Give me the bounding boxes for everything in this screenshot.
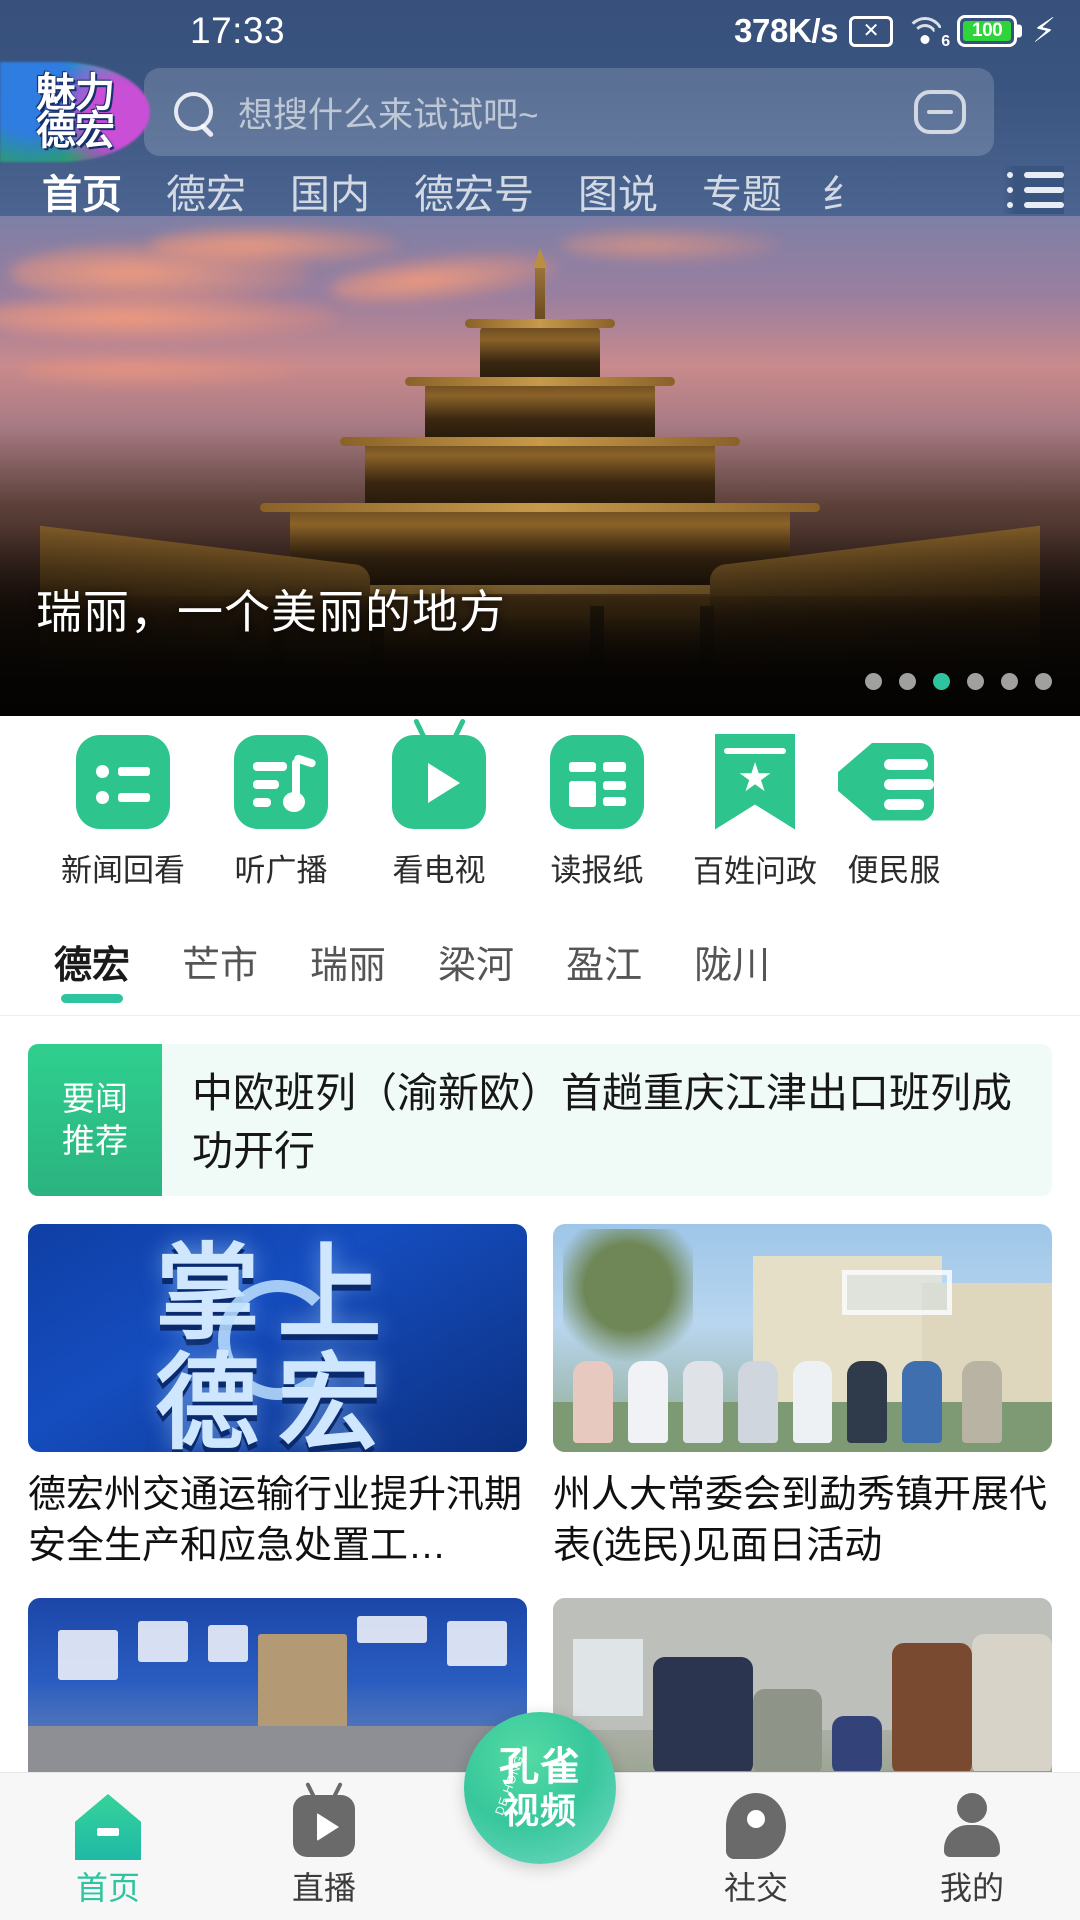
- newspaper-icon: [550, 734, 644, 829]
- carousel-dot[interactable]: [1035, 673, 1052, 690]
- helping-hand-icon: [838, 735, 936, 829]
- featured-news-title: 中欧班列（渝新欧）首趟重庆江津出口班列成功开行: [192, 1070, 1012, 1175]
- quick-action-news-replay[interactable]: 新闻回看: [44, 734, 202, 890]
- quick-action-radio[interactable]: 听广播: [202, 734, 360, 890]
- school-yard-photo-art: [553, 1224, 1052, 1452]
- carousel-dot-active[interactable]: [933, 673, 950, 690]
- home-icon: [0, 1791, 216, 1861]
- sim-card-disabled-icon: ✕: [849, 15, 894, 47]
- news-thumbnail: [553, 1224, 1052, 1452]
- quick-action-label: 读报纸: [550, 852, 644, 888]
- search-input[interactable]: 想搜什么来试试吧~: [238, 87, 914, 138]
- quick-actions-row: 新闻回看 听广播 看电视 读报纸 ★ 百姓问政 便民服: [0, 716, 1080, 908]
- nav-tab-partial[interactable]: 纟: [822, 162, 868, 216]
- logo-text-line2: 德宏: [36, 109, 115, 153]
- wifi-generation-label: 6: [941, 33, 951, 50]
- city-tab-ruili[interactable]: 瑞丽: [284, 934, 412, 989]
- charging-bolt-icon: ⚡: [1032, 12, 1056, 50]
- app-root: 17:33 378K/s ✕ 6 100 ⚡ 魅力 德宏 想搜什么来试试吧~ 首…: [0, 0, 1080, 1920]
- app-logo[interactable]: 魅力 德宏: [0, 62, 150, 162]
- quick-action-newspaper[interactable]: 读报纸: [518, 734, 676, 890]
- search-bar[interactable]: 想搜什么来试试吧~: [144, 68, 994, 156]
- status-bar-clock: 17:33: [190, 10, 286, 51]
- hero-caption: 瑞丽，一个美丽的地方: [36, 586, 506, 638]
- quick-action-public-inquiry[interactable]: ★ 百姓问政: [676, 733, 834, 891]
- tv-play-icon: [392, 717, 486, 829]
- city-tabs: 德宏 芒市 瑞丽 梁河 盈江 陇川: [0, 908, 1080, 1016]
- nav-tab-topics[interactable]: 专题: [680, 162, 804, 216]
- quick-action-tv[interactable]: 看电视: [360, 717, 518, 890]
- bottom-nav-label: 首页: [75, 1870, 140, 1906]
- nav-tab-dehong[interactable]: 德宏: [144, 162, 268, 216]
- nav-tab-dehong-hao[interactable]: 德宏号: [392, 162, 556, 216]
- carousel-dot[interactable]: [865, 673, 882, 690]
- bookmark-star-icon: ★: [715, 733, 795, 830]
- city-tab-yingjiang[interactable]: 盈江: [540, 934, 668, 989]
- city-tab-dehong[interactable]: 德宏: [28, 934, 156, 989]
- status-bar: 17:33 378K/s ✕ 6 100 ⚡: [0, 0, 1080, 62]
- bottom-nav-label: 社交: [723, 1870, 788, 1906]
- thumb-text-line2: 德宏: [155, 1346, 400, 1452]
- bottom-nav-profile[interactable]: 我的: [864, 1791, 1080, 1909]
- logo-text-line1: 魅力: [36, 70, 115, 115]
- cloud-decoration: [150, 226, 400, 264]
- bottom-nav-label: 直播: [291, 1870, 356, 1906]
- news-replay-icon: [76, 734, 170, 829]
- news-card[interactable]: 掌上 德宏 德宏州交通运输行业提升汛期安全生产和应急处置工…: [28, 1224, 527, 1572]
- featured-news-card[interactable]: 要闻 推荐 中欧班列（渝新欧）首趟重庆江津出口班列成功开行: [28, 1044, 1052, 1196]
- quick-action-label: 听广播: [234, 852, 328, 888]
- news-thumbnail: 掌上 德宏: [28, 1224, 527, 1452]
- news-card-title: 州人大常委会到勐秀镇开展代表(选民)见面日活动: [553, 1474, 1048, 1567]
- carousel-dot[interactable]: [899, 673, 916, 690]
- scan-code-icon[interactable]: [914, 90, 966, 134]
- battery-level-label: 100: [963, 20, 1012, 41]
- bottom-nav-home[interactable]: 首页: [0, 1791, 216, 1909]
- battery-full-icon: 100: [957, 15, 1018, 47]
- featured-badge-line2: 推荐: [62, 1122, 128, 1159]
- hero-carousel[interactable]: 瑞丽，一个美丽的地方: [0, 216, 1080, 716]
- featured-badge-line1: 要闻: [62, 1079, 128, 1117]
- list-menu-icon[interactable]: [1002, 166, 1064, 214]
- nav-tab-domestic[interactable]: 国内: [268, 162, 392, 216]
- bottom-nav-label: 我的: [939, 1870, 1004, 1906]
- peacock-video-fab[interactable]: DE HONG 孔雀 视频: [464, 1712, 616, 1864]
- nav-tab-photos[interactable]: 图说: [556, 162, 680, 216]
- carousel-dots[interactable]: [865, 673, 1052, 690]
- news-card-title: 德宏州交通运输行业提升汛期安全生产和应急处置工…: [28, 1474, 523, 1567]
- cloud-decoration: [560, 228, 780, 262]
- radio-music-icon: [234, 734, 328, 829]
- search-icon: [172, 90, 216, 134]
- quick-action-label: 百姓问政: [693, 853, 817, 889]
- logo-text: 魅力 德宏: [36, 70, 115, 153]
- quick-action-label: 便民服: [847, 852, 941, 888]
- zhangshang-dehong-logo-art: 掌上 德宏: [28, 1224, 527, 1452]
- social-chat-icon: [648, 1791, 864, 1861]
- wifi-6-icon: 6: [904, 15, 950, 50]
- quick-action-label: 看电视: [392, 852, 486, 888]
- carousel-dot[interactable]: [967, 673, 984, 690]
- sim-x-glyph: ✕: [862, 20, 880, 42]
- quick-action-convenience-services[interactable]: 便民服: [834, 735, 954, 890]
- live-tv-icon: [216, 1782, 432, 1861]
- featured-badge: 要闻 推荐: [28, 1044, 162, 1196]
- news-card[interactable]: 州人大常委会到勐秀镇开展代表(选民)见面日活动: [553, 1224, 1052, 1572]
- bottom-nav-social[interactable]: 社交: [648, 1791, 864, 1909]
- city-tab-lianghe[interactable]: 梁河: [412, 934, 540, 989]
- primary-nav-tabs: 首页 德宏 国内 德宏号 图说 专题 纟: [0, 162, 1080, 216]
- quick-action-label: 新闻回看: [61, 852, 185, 888]
- app-header: 17:33 378K/s ✕ 6 100 ⚡ 魅力 德宏 想搜什么来试试吧~ 首…: [0, 0, 1080, 216]
- city-tab-mangshi[interactable]: 芒市: [156, 934, 284, 989]
- bottom-nav-live[interactable]: 直播: [216, 1782, 432, 1909]
- carousel-dot[interactable]: [1001, 673, 1018, 690]
- profile-person-icon: [864, 1791, 1080, 1861]
- status-bar-indicators: 378K/s ✕ 6 100 ⚡: [734, 12, 1056, 50]
- network-speed-text: 378K/s: [734, 12, 839, 49]
- fab-label-line2: 视频: [502, 1790, 577, 1831]
- city-tab-longchuan[interactable]: 陇川: [668, 934, 796, 989]
- nav-tab-home[interactable]: 首页: [20, 162, 144, 216]
